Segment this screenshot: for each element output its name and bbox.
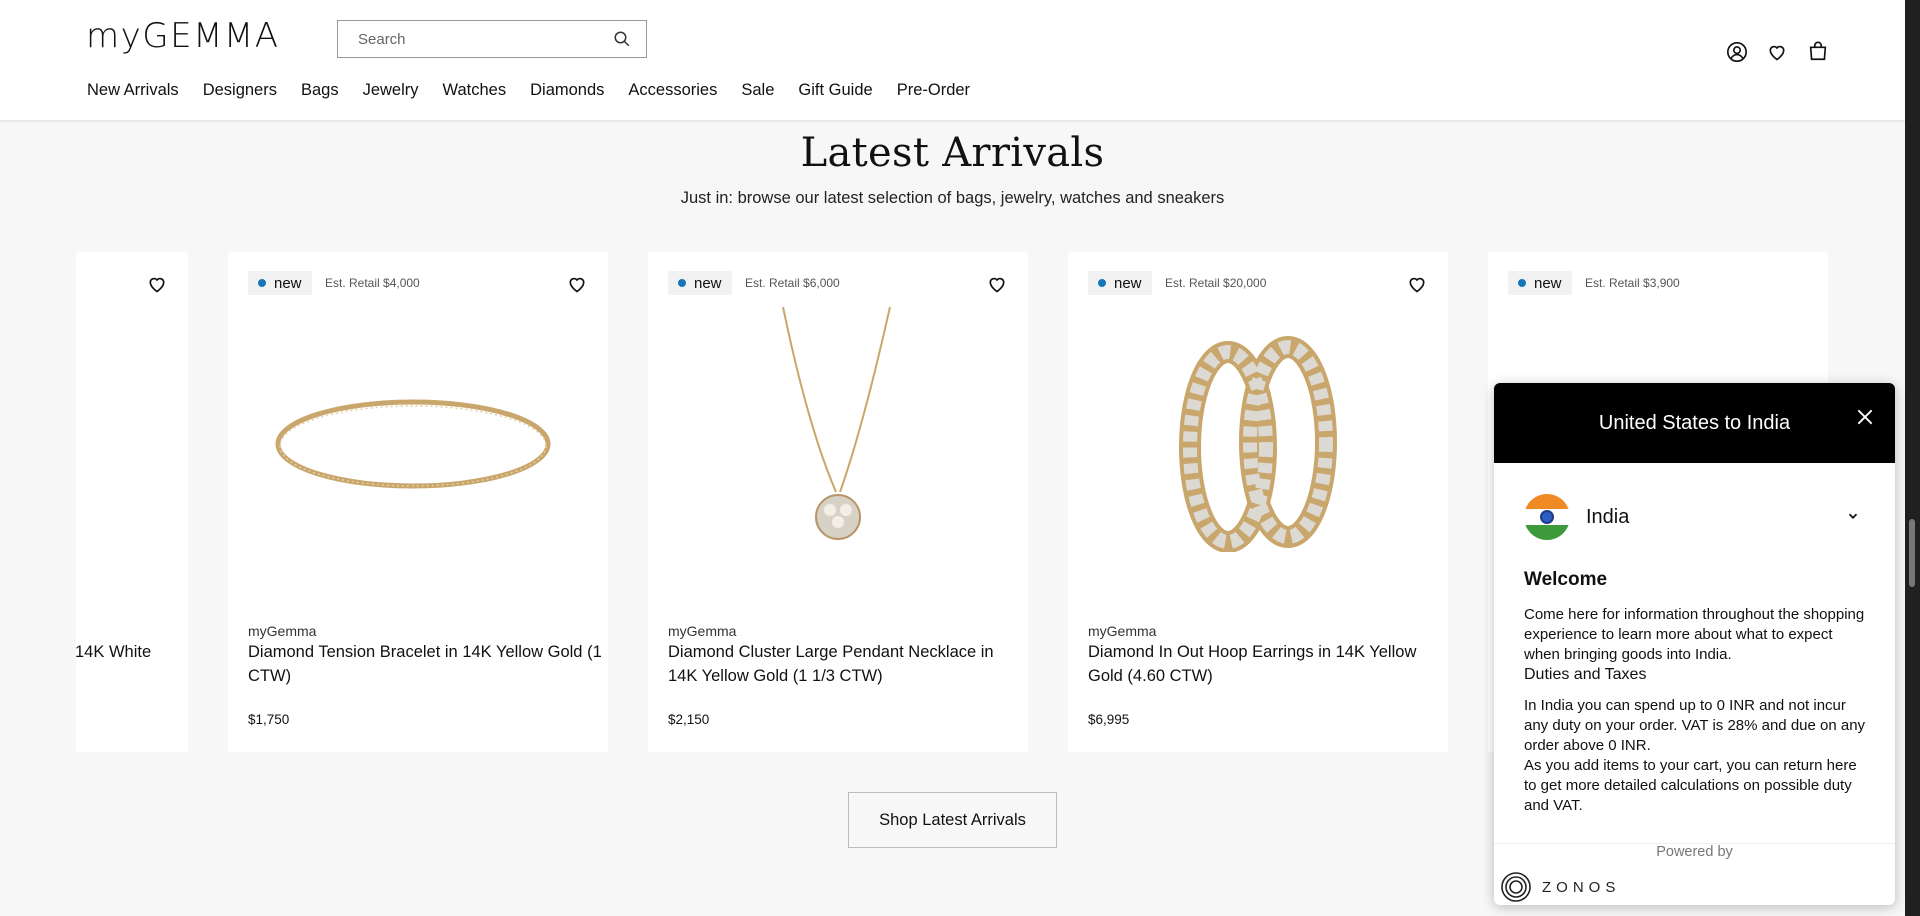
product-name[interactable]: 14K White — [76, 640, 188, 664]
product-card[interactable]: new Est. Retail $20,000 myGemma Diamond … — [1068, 252, 1448, 752]
heart-icon[interactable] — [1407, 274, 1427, 294]
product-card[interactable]: new Est. Retail $6,000 myGemma Diamond C… — [648, 252, 1028, 752]
new-badge: new — [1508, 271, 1572, 295]
modal-header: United States to India — [1494, 383, 1895, 463]
selected-country: India — [1586, 505, 1630, 528]
nav-item-pre-order[interactable]: Pre-Order — [897, 81, 970, 100]
new-badge: new — [1088, 271, 1152, 295]
shopping-bag-icon[interactable] — [1807, 40, 1829, 62]
account-icon[interactable] — [1726, 41, 1748, 63]
nav-item-diamonds[interactable]: Diamonds — [530, 81, 604, 100]
zonos-wordmark: ZONOS — [1542, 878, 1621, 896]
est-retail: Est. Retail $20,000 — [1165, 276, 1267, 290]
heart-icon[interactable] — [987, 274, 1007, 294]
welcome-text: Come here for information throughout the… — [1524, 606, 1865, 663]
duties-text: In India you can spend up to 0 INR and n… — [1524, 697, 1866, 754]
product-name[interactable]: Diamond Tension Bracelet in 14K Yellow G… — [248, 640, 603, 688]
close-icon[interactable] — [1855, 407, 1875, 427]
product-brand: myGemma — [1088, 623, 1157, 639]
nav-item-new-arrivals[interactable]: New Arrivals — [87, 81, 179, 100]
modal-title: United States to India — [1598, 411, 1791, 434]
nav-item-accessories[interactable]: Accessories — [628, 81, 717, 100]
badge-label: new — [694, 274, 722, 292]
chevron-down-icon[interactable] — [1846, 509, 1860, 523]
cart-info-text: As you add items to your cart, you can r… — [1524, 757, 1857, 814]
powered-by-label: Powered by — [1494, 843, 1895, 860]
zonos-logo-icon — [1501, 872, 1531, 902]
est-retail: Est. Retail $4,000 — [325, 276, 420, 290]
product-brand: myGemma — [668, 623, 737, 639]
product-price: $1,750 — [248, 712, 290, 727]
necklace-image[interactable] — [768, 307, 908, 547]
site-header: myGEMMA Search New Arrivals Designers Ba… — [0, 0, 1905, 121]
wishlist-heart-icon[interactable] — [1767, 42, 1787, 62]
page-scrollbar[interactable] — [1905, 0, 1920, 916]
search-placeholder: Search — [358, 30, 406, 48]
search-input[interactable]: Search — [337, 20, 647, 58]
product-name[interactable]: Diamond In Out Hoop Earrings in 14K Yell… — [1088, 640, 1443, 688]
nav-item-designers[interactable]: Designers — [203, 81, 277, 100]
product-card[interactable]: new Est. Retail $4,000 myGemma Diamond T… — [228, 252, 608, 752]
badge-label: new — [1534, 274, 1562, 292]
scrollbar-thumb[interactable] — [1909, 519, 1915, 587]
heart-icon[interactable] — [567, 274, 587, 294]
country-selector[interactable]: India — [1524, 493, 1864, 541]
india-flag-icon — [1524, 494, 1570, 540]
nav-item-gift-guide[interactable]: Gift Guide — [798, 81, 872, 100]
est-retail: Est. Retail $6,000 — [745, 276, 840, 290]
welcome-heading: Welcome — [1524, 569, 1608, 590]
bracelet-image[interactable] — [268, 392, 558, 502]
status-dot — [258, 279, 266, 287]
section-title: Latest Arrivals — [800, 130, 1105, 176]
hoop-earrings-image[interactable] — [1173, 332, 1343, 552]
product-price: $2,150 — [668, 712, 710, 727]
main-nav: New Arrivals Designers Bags Jewelry Watc… — [87, 81, 994, 100]
est-retail: Est. Retail $3,900 — [1585, 276, 1680, 290]
status-dot — [1518, 279, 1526, 287]
site-logo[interactable]: myGEMMA — [86, 16, 280, 56]
product-card[interactable]: 14K White — [76, 252, 188, 752]
zonos-logo[interactable]: ZONOS — [1500, 871, 1620, 903]
nav-item-sale[interactable]: Sale — [741, 81, 774, 100]
nav-item-watches[interactable]: Watches — [443, 81, 507, 100]
badge-label: new — [1114, 274, 1142, 292]
new-badge: new — [668, 271, 732, 295]
product-brand: myGemma — [248, 623, 317, 639]
new-badge: new — [248, 271, 312, 295]
product-price: $6,995 — [1088, 712, 1130, 727]
badge-label: new — [274, 274, 302, 292]
shop-latest-arrivals-button[interactable]: Shop Latest Arrivals — [848, 792, 1057, 848]
duties-heading: Duties and Taxes — [1524, 666, 1647, 683]
section-subtitle: Just in: browse our latest selection of … — [680, 189, 1225, 207]
nav-item-jewelry[interactable]: Jewelry — [363, 81, 419, 100]
product-name[interactable]: Diamond Cluster Large Pendant Necklace i… — [668, 640, 1023, 688]
status-dot — [678, 279, 686, 287]
search-icon[interactable] — [613, 30, 631, 48]
nav-item-bags[interactable]: Bags — [301, 81, 339, 100]
heart-icon[interactable] — [147, 274, 167, 294]
status-dot — [1098, 279, 1106, 287]
shipping-info-modal: United States to India India Welcome Com… — [1494, 383, 1895, 905]
